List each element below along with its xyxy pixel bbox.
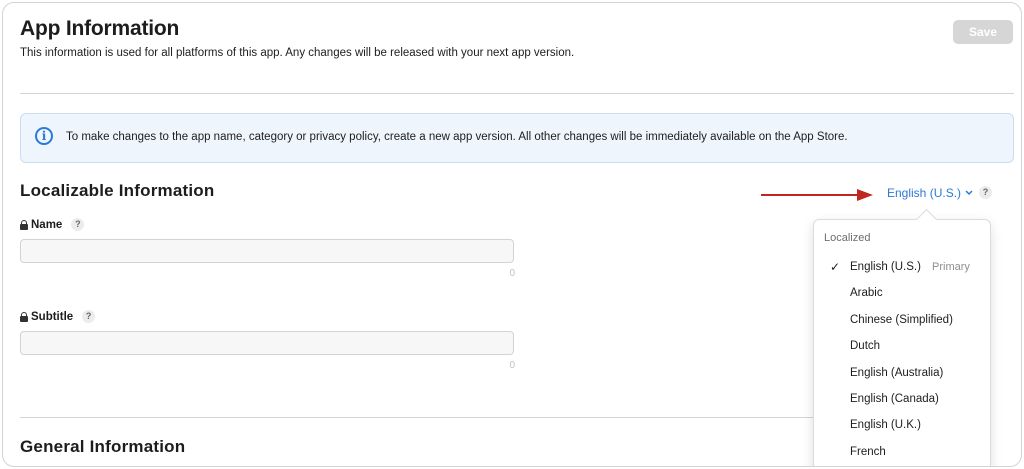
page-description: This information is used for all platfor… [20, 47, 575, 59]
dropdown-item-label: Chinese (Simplified) [850, 314, 953, 326]
language-selector[interactable]: English (U.S.) [887, 186, 973, 200]
subtitle-help-icon[interactable]: ? [82, 310, 96, 323]
subtitle-label: Subtitle [31, 310, 74, 323]
chevron-down-icon [965, 190, 973, 196]
lock-icon [20, 219, 28, 230]
name-label-row: Name ? [20, 218, 85, 231]
header-divider [20, 93, 1014, 94]
dropdown-item-label: English (U.K.) [850, 419, 921, 431]
section-divider [20, 417, 814, 418]
name-help-icon[interactable]: ? [71, 218, 85, 231]
dropdown-item-english-us[interactable]: ✓ English (U.S.) Primary [814, 255, 990, 281]
dropdown-item-chinese-simplified[interactable]: Chinese (Simplified) [814, 308, 990, 334]
dropdown-heading: Localized [824, 232, 871, 244]
subtitle-input[interactable] [20, 331, 514, 355]
save-button[interactable]: Save [953, 20, 1013, 44]
app-information-panel: App Information This information is used… [2, 2, 1022, 467]
primary-badge: Primary [932, 261, 970, 273]
name-char-count: 0 [509, 268, 515, 279]
dropdown-item-label: English (Canada) [850, 393, 939, 405]
name-label: Name [31, 218, 63, 231]
dropdown-item-arabic[interactable]: Arabic [814, 281, 990, 307]
dropdown-item-label: French [850, 446, 886, 458]
dropdown-item-french[interactable]: French [814, 440, 990, 466]
lock-icon [20, 311, 28, 322]
localizable-help-icon[interactable]: ? [979, 186, 992, 199]
dropdown-item-label: English (Australia) [850, 367, 944, 379]
dropdown-item-dutch[interactable]: Dutch [814, 334, 990, 360]
dropdown-item-english-canada[interactable]: English (Canada) [814, 387, 990, 413]
localizable-information-title: Localizable Information [20, 181, 215, 200]
info-banner: i To make changes to the app name, categ… [20, 113, 1014, 163]
general-information-title: General Information [20, 437, 186, 456]
banner-text: To make changes to the app name, categor… [66, 131, 848, 143]
annotation-arrow-icon [761, 189, 873, 201]
dropdown-item-english-uk[interactable]: English (U.K.) [814, 413, 990, 439]
subtitle-label-row: Subtitle ? [20, 310, 96, 323]
page-title: App Information [20, 17, 180, 40]
dropdown-item-english-australia[interactable]: English (Australia) [814, 361, 990, 387]
info-icon: i [35, 127, 53, 145]
dropdown-item-label: English (U.S.) [850, 261, 921, 273]
name-input[interactable] [20, 239, 514, 263]
dropdown-item-label: Dutch [850, 340, 881, 352]
language-selector-label: English (U.S.) [887, 186, 962, 200]
dropdown-item-label: Arabic [850, 287, 883, 299]
subtitle-char-count: 0 [509, 360, 515, 371]
checkmark-icon: ✓ [830, 260, 841, 274]
language-dropdown-menu: Localized ✓ English (U.S.) Primary Arabi… [813, 219, 991, 466]
